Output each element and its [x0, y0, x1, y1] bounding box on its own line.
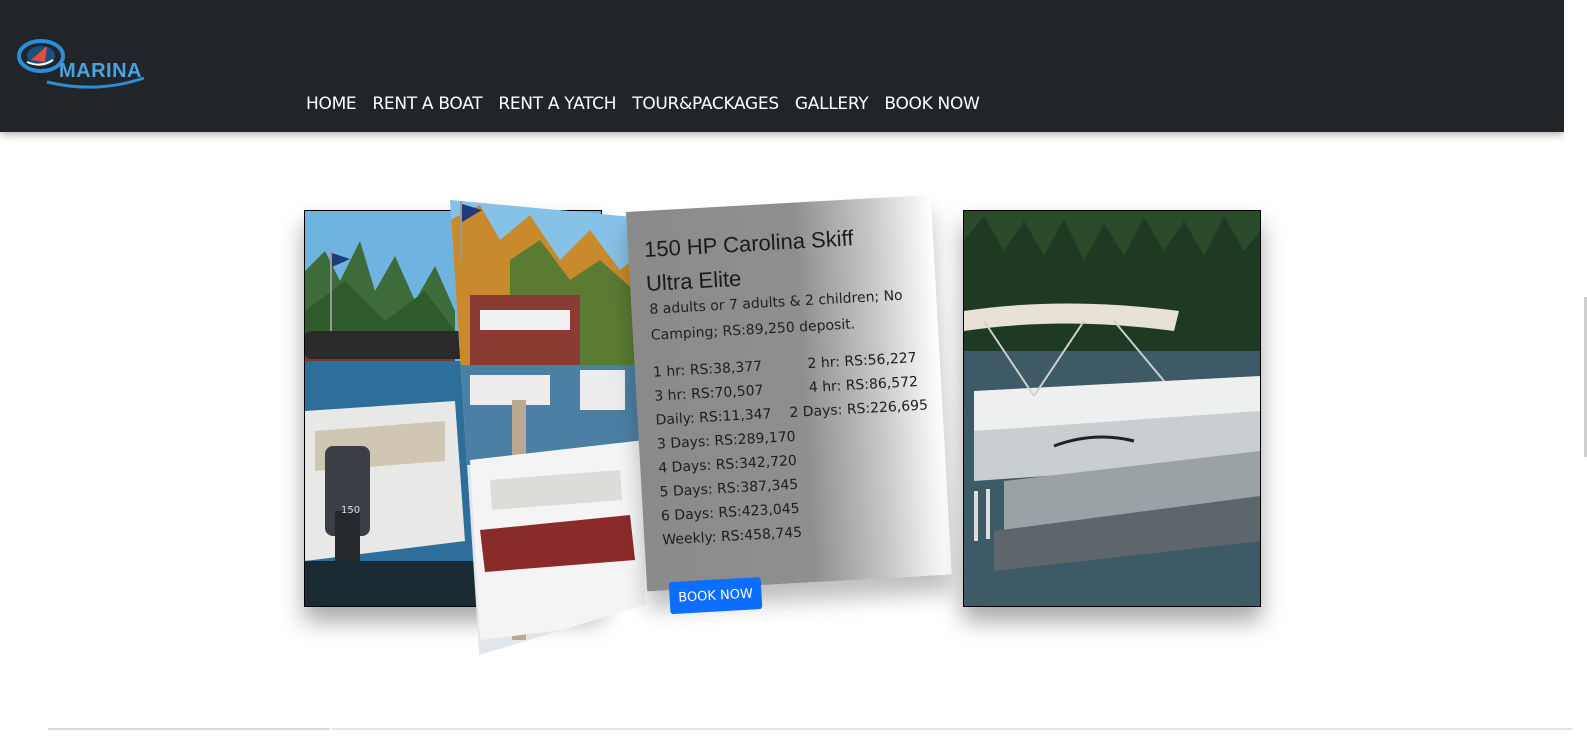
nav-tour-packages[interactable]: TOUR&PACKAGES [632, 93, 779, 115]
bottom-divider [0, 724, 1587, 736]
boat-photo-flipping[interactable] [450, 200, 645, 655]
main-nav: HOME RENT A BOAT RENT A YATCH TOUR&PACKA… [306, 93, 996, 115]
svg-text:150: 150 [341, 505, 360, 516]
nav-home[interactable]: HOME [306, 93, 357, 115]
nav-rent-a-yatch[interactable]: RENT A YATCH [498, 93, 616, 115]
scrollbar[interactable] [1564, 0, 1587, 736]
book-now-button[interactable]: BOOK NOW [668, 577, 763, 615]
nav-rent-a-boat[interactable]: RENT A BOAT [372, 93, 482, 115]
price-list-left: 1 hr: RS:38,377 3 hr: RS:70,507 Daily: R… [652, 353, 803, 553]
marina-boat-image [450, 200, 645, 655]
marina-logo[interactable]: MARINA [17, 38, 147, 94]
price-list-right: 2 hr: RS:56,227 4 hr: RS:86,572 2 Days: … [786, 346, 928, 425]
logo-text: MARINA [59, 60, 142, 82]
site-header: MARINA HOME RENT A BOAT RENT A YATCH TOU… [0, 0, 1564, 132]
pontoon-boat-image [964, 211, 1260, 606]
boat-info-panel: 150 HP Carolina Skiff Ultra Elite 8 adul… [626, 194, 952, 615]
nav-gallery[interactable]: GALLERY [795, 93, 869, 115]
boat-photo-right[interactable] [963, 210, 1261, 607]
nav-book-now[interactable]: BOOK NOW [884, 93, 979, 115]
